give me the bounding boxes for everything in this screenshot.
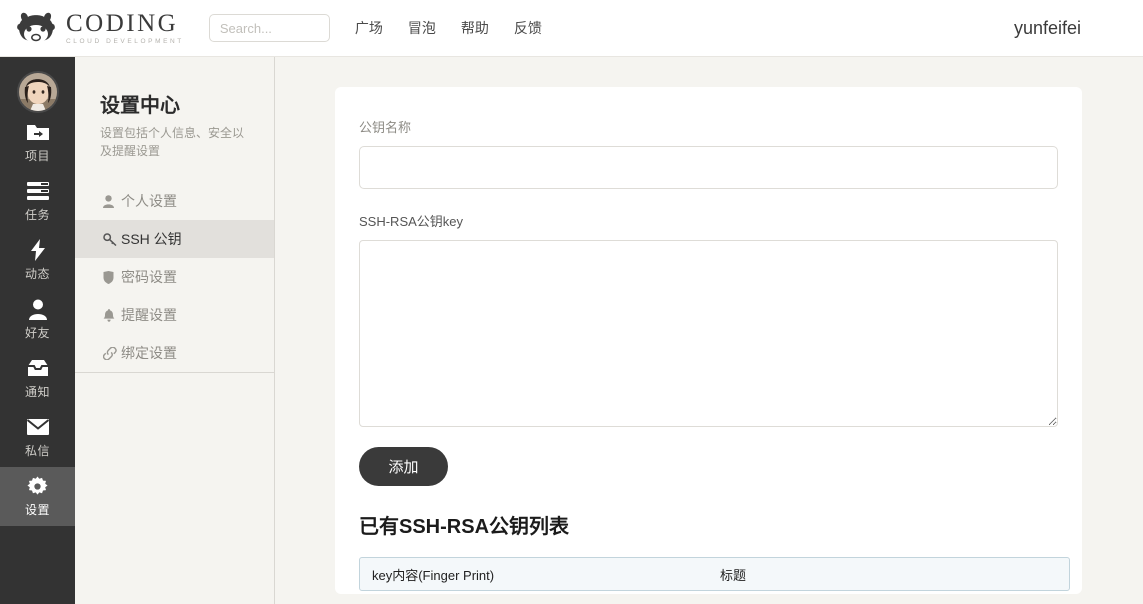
search-input[interactable] [209,14,330,42]
settings-item-binding[interactable]: 绑定设置 [75,334,274,372]
bell-icon [103,309,121,322]
column-header-title: 标题 [720,565,746,584]
table-header-row: key内容(Finger Print) 标题 [360,558,1069,590]
sidebar-label-activity: 动态 [25,265,50,282]
list-heading: 已有SSH-RSA公钥列表 [359,510,1082,539]
user-menu[interactable]: yunfeifei [1014,18,1081,39]
ssh-key-table: key内容(Finger Print) 标题 [359,557,1070,591]
folder-icon [27,121,49,143]
shield-icon [103,271,121,284]
nav-item-feedback[interactable]: 反馈 [514,18,542,38]
person-icon [29,298,47,320]
sidebar-label-notifications: 通知 [25,383,50,400]
list-icon [27,180,49,202]
ssh-key-card: 公钥名称 SSH-RSA公钥key 添加 已有SSH-RSA公钥列表 key内容… [335,87,1082,594]
person-icon [103,195,121,208]
sidebar-label-messages: 私信 [25,442,50,459]
logo-subtitle: CLOUD DEVELOPMENT [66,39,184,46]
sidebar-item-messages[interactable]: 私信 [0,408,75,467]
envelope-icon [27,416,49,438]
settings-label-reminder: 提醒设置 [121,305,177,325]
settings-item-profile[interactable]: 个人设置 [75,182,274,220]
nav-item-plaza[interactable]: 广场 [355,18,383,38]
key-icon [103,233,121,246]
settings-item-reminder[interactable]: 提醒设置 [75,296,274,334]
settings-label-password: 密码设置 [121,267,177,287]
sidebar-item-activity[interactable]: 动态 [0,231,75,290]
sidebar-item-settings[interactable]: 设置 [0,467,75,526]
add-button[interactable]: 添加 [359,447,448,486]
gear-icon [27,475,48,497]
inbox-icon [27,357,49,379]
header-nav: 广场 冒泡 帮助 反馈 [355,18,567,38]
settings-label-ssh-key: SSH 公钥 [121,229,182,249]
nav-item-bubble[interactable]: 冒泡 [408,18,436,38]
page-title: 设置中心 [100,89,274,118]
settings-item-ssh-key[interactable]: SSH 公钥 [75,220,274,258]
key-body-label: SSH-RSA公钥key [359,211,1082,230]
settings-side-panel: 设置中心 设置包括个人信息、安全以及提醒设置 个人设置 SSH 公钥 [75,57,275,604]
monkey-face-logo-icon [12,8,60,48]
settings-item-password[interactable]: 密码设置 [75,258,274,296]
key-name-label: 公钥名称 [359,117,1082,136]
key-body-textarea[interactable] [359,240,1058,427]
top-header: CODING CLOUD DEVELOPMENT 广场 冒泡 帮助 反馈 yun… [0,0,1143,57]
sidebar-item-friends[interactable]: 好友 [0,290,75,349]
settings-menu: 个人设置 SSH 公钥 密码设置 [75,182,274,373]
lightning-icon [31,239,45,261]
settings-label-binding: 绑定设置 [121,343,177,363]
column-header-fingerprint: key内容(Finger Print) [360,565,720,584]
sidebar-item-notifications[interactable]: 通知 [0,349,75,408]
key-name-input[interactable] [359,146,1058,189]
logo[interactable]: CODING CLOUD DEVELOPMENT [12,6,184,50]
sidebar-label-settings: 设置 [25,501,50,518]
sidebar-label-friends: 好友 [25,324,50,341]
link-icon [103,347,121,360]
logo-title: CODING [66,11,184,36]
avatar[interactable] [17,71,59,113]
sidebar-item-tasks[interactable]: 任务 [0,172,75,231]
page-description: 设置包括个人信息、安全以及提醒设置 [100,124,250,160]
sidebar-label-projects: 项目 [25,147,50,164]
left-nav-rail: 项目 任务 动态 好友 [0,57,75,604]
nav-item-help[interactable]: 帮助 [461,18,489,38]
sidebar-item-projects[interactable]: 项目 [0,113,75,172]
settings-label-profile: 个人设置 [121,191,177,211]
main-content: 公钥名称 SSH-RSA公钥key 添加 已有SSH-RSA公钥列表 key内容… [276,57,1143,604]
sidebar-label-tasks: 任务 [25,206,50,223]
